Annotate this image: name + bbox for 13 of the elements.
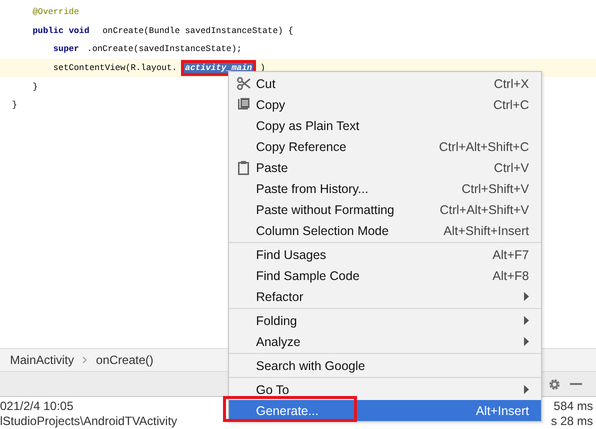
log-entry: lStudioProjects\AndroidTVActivity — [0, 414, 178, 429]
code-text: } — [11, 99, 18, 112]
code-text: .onCreate(savedInstanceState); — [86, 43, 243, 56]
duration-text: 584 ms — [554, 399, 593, 414]
code-text: ) — [259, 62, 266, 76]
log-entry: 021/2/4 10:05 — [0, 399, 74, 414]
code-text: } — [32, 80, 39, 94]
code-text: onCreate(Bundle savedInstanceState) { — [102, 24, 294, 38]
code-keyword: public void — [32, 24, 90, 38]
duration-text: s 28 ms — [550, 414, 593, 429]
code-keyword: super — [52, 43, 80, 56]
code-annotation: @Override — [32, 6, 80, 20]
code-text: setContentView(R.layout. — [52, 62, 178, 76]
